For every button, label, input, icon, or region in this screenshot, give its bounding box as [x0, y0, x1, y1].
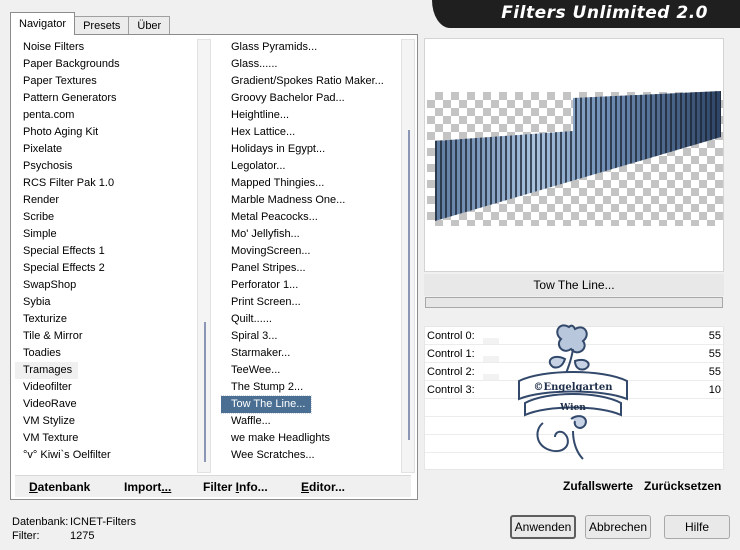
random-values-button[interactable]: Zufallswerte [563, 479, 633, 493]
watermark-stamp-icon: ©Engelgarten Wien [518, 324, 628, 460]
category-list-item[interactable]: Tile & Mirror [15, 328, 201, 345]
filter-list-item[interactable]: Groovy Bachelor Pad... [221, 90, 399, 107]
import-button[interactable]: Import... [124, 480, 171, 494]
filter-list-item[interactable]: Wee Scratches... [221, 447, 399, 464]
filter-list-item[interactable]: Glass...... [221, 56, 399, 73]
category-list-item[interactable]: Photo Aging Kit [15, 124, 201, 141]
watermark-line-1: ©Engelgarten [533, 382, 613, 393]
filter-scrollbar[interactable] [401, 39, 415, 473]
filter-list-item[interactable]: Metal Peacocks... [221, 209, 399, 226]
category-list-item[interactable]: Videofilter [15, 379, 201, 396]
tab-uber[interactable]: Über [128, 16, 171, 35]
filter-list-item[interactable]: The Stump 2... [221, 379, 399, 396]
control-1-label: Control 1: [427, 348, 475, 360]
filter-list-item[interactable]: Perforator 1... [221, 277, 399, 294]
category-list-item[interactable]: VM Stylize [15, 413, 201, 430]
filter-list-item[interactable]: Tow The Line... [221, 395, 313, 414]
filter-list-item[interactable]: Waffle... [221, 413, 399, 430]
preview-panel [424, 38, 724, 272]
filter-list-item[interactable]: Mo' Jellyfish... [221, 226, 399, 243]
category-scroll-thumb[interactable] [204, 322, 206, 462]
category-list[interactable]: Noise Filters Paper Backgrounds Paper Text… [15, 39, 201, 473]
filter-list-item[interactable]: Legolator... [221, 158, 399, 175]
category-list-item[interactable]: Special Effects 1 [15, 243, 201, 260]
category-list-item[interactable]: Noise Filters [15, 39, 201, 56]
category-scrollbar[interactable] [197, 39, 211, 473]
category-list-item[interactable]: Paper Textures [15, 73, 201, 90]
filter-list-item[interactable]: Spiral 3... [221, 328, 399, 345]
filter-scroll-thumb[interactable] [408, 130, 410, 440]
category-list-item[interactable]: Render [15, 192, 201, 209]
database-value: ICNET-Filters [70, 516, 136, 528]
category-list-item[interactable]: Toadies [15, 345, 201, 362]
apply-button[interactable]: Anwenden [510, 515, 576, 539]
category-list-item[interactable]: RCS Filter Pak 1.0 [15, 175, 201, 192]
filter-list-item[interactable]: Print Screen... [221, 294, 399, 311]
reset-button[interactable]: Zurücksetzen [644, 479, 721, 493]
filter-list-item[interactable]: Heightline... [221, 107, 399, 124]
filter-list[interactable]: Glass Pyramids... Glass...... Gradient/Spo… [221, 39, 399, 473]
category-list-item[interactable]: Sybia [15, 294, 201, 311]
navigator-panel: Noise Filters Paper Backgrounds Paper Text… [10, 34, 418, 500]
render-progress-bar [425, 297, 723, 308]
preview-image [435, 91, 721, 221]
control-1-value: 55 [708, 348, 721, 360]
category-list-item[interactable]: SwapShop [15, 277, 201, 294]
navigator-button-bar: Datenbank Import... Filter Info... Edito… [15, 475, 411, 497]
database-button[interactable]: Datenbank [29, 480, 90, 494]
filter-list-item[interactable]: Glass Pyramids... [221, 39, 399, 56]
category-list-item[interactable]: Scribe [15, 209, 201, 226]
filter-list-item[interactable]: Quilt...... [221, 311, 399, 328]
category-list-item[interactable]: °v° Kiwi`s Oelfilter [15, 447, 201, 464]
database-info: Datenbank: ICNET-Filters Filter: 1275 [12, 515, 136, 543]
category-list-item[interactable]: VM Texture [15, 430, 201, 447]
banner-title: Filters Unlimited 2.0 [501, 3, 708, 23]
category-list-item[interactable]: penta.com [15, 107, 201, 124]
watermark-line-2: Wien [559, 403, 586, 413]
category-list-item[interactable]: Tramages [15, 362, 79, 379]
filter-list-item[interactable]: Marble Madness One... [221, 192, 399, 209]
filter-list-item[interactable]: Mapped Thingies... [221, 175, 399, 192]
filter-list-item[interactable]: Panel Stripes... [221, 260, 399, 277]
tab-bar: Navigator Presets Über [10, 12, 171, 35]
filter-info-button[interactable]: Filter Info... [203, 480, 268, 494]
control-2-label: Control 2: [427, 366, 475, 378]
category-list-item[interactable]: Texturize [15, 311, 201, 328]
control-0-slider[interactable] [483, 338, 499, 344]
category-list-item[interactable]: Pixelate [15, 141, 201, 158]
filter-count-label: Filter: [12, 530, 40, 542]
control-3-label: Control 3: [427, 384, 475, 396]
filter-list-item[interactable]: MovingScreen... [221, 243, 399, 260]
controls-panel: Control 0: 55 Control 1: 55 Control 2: 5… [424, 324, 724, 470]
help-button[interactable]: Hilfe [664, 515, 730, 539]
tab-navigator[interactable]: Navigator [10, 12, 76, 35]
tab-presets[interactable]: Presets [74, 16, 130, 35]
selected-filter-name: Tow The Line... [424, 274, 724, 296]
database-label: Datenbank: [12, 516, 69, 528]
filter-count-value: 1275 [70, 530, 95, 542]
category-list-item[interactable]: Simple [15, 226, 201, 243]
category-list-item[interactable]: Psychosis [15, 158, 201, 175]
filter-list-item[interactable]: we make Headlights [221, 430, 399, 447]
filter-list-item[interactable]: Holidays in Egypt... [221, 141, 399, 158]
category-list-item[interactable]: VideoRave [15, 396, 201, 413]
control-0-label: Control 0: [427, 330, 475, 342]
title-banner: Filters Unlimited 2.0 [432, 0, 740, 28]
control-0-value: 55 [708, 330, 721, 342]
filter-list-item[interactable]: Gradient/Spokes Ratio Maker... [221, 73, 399, 90]
preview-button-bar: Zufallswerte Zurücksetzen [424, 474, 724, 498]
control-2-slider[interactable] [483, 374, 499, 380]
filter-list-item[interactable]: Hex Lattice... [221, 124, 399, 141]
editor-button[interactable]: Editor... [301, 480, 345, 494]
control-3-value: 10 [708, 384, 721, 396]
control-2-value: 55 [708, 366, 721, 378]
cancel-button[interactable]: Abbrechen [585, 515, 651, 539]
category-list-item[interactable]: Pattern Generators [15, 90, 201, 107]
category-list-item[interactable]: Special Effects 2 [15, 260, 201, 277]
control-1-slider[interactable] [483, 356, 499, 362]
category-list-item[interactable]: Paper Backgrounds [15, 56, 201, 73]
filter-list-item[interactable]: Starmaker... [221, 345, 399, 362]
filter-list-item[interactable]: TeeWee... [221, 362, 399, 379]
